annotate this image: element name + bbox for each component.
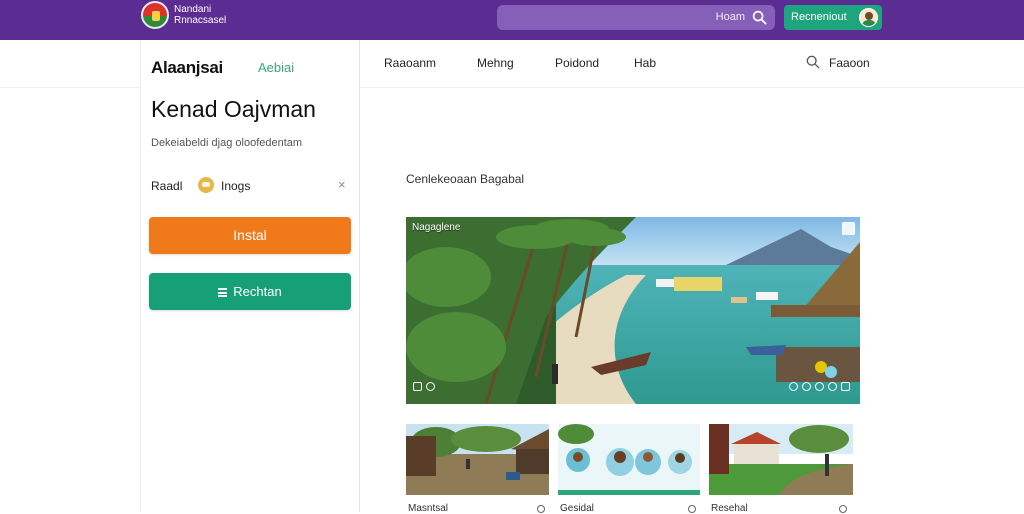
tag-label: Raadl: [151, 179, 183, 193]
thumbnail-3-label[interactable]: Resehal: [711, 503, 748, 514]
sidebar-brand: Alaanjsai: [151, 58, 223, 77]
village-street-image: [406, 424, 549, 495]
search-icon[interactable]: [752, 10, 767, 25]
thumbnail-1[interactable]: [406, 424, 549, 495]
sidebar-brand-sub[interactable]: Aebiai: [258, 60, 294, 75]
brand-line-2: Rnnacsasel: [174, 15, 227, 26]
fullscreen-icon[interactable]: [841, 382, 850, 391]
thumbnail-2-label[interactable]: Gesidal: [560, 503, 594, 514]
gallery-icon[interactable]: [413, 382, 422, 391]
nav-item-2[interactable]: Mehng: [477, 56, 514, 70]
village-field-image: [709, 424, 853, 495]
coin-icon: [198, 177, 214, 193]
settings-icon[interactable]: [426, 382, 435, 391]
people-portraits-image: [558, 424, 700, 495]
share-icon[interactable]: [789, 382, 798, 391]
tag-text: Inogs: [221, 179, 251, 193]
download-icon[interactable]: [828, 382, 837, 391]
divider-left: [0, 87, 140, 88]
secondary-button-label: Rechtan: [233, 284, 282, 299]
search-input[interactable]: Hoam: [497, 5, 775, 30]
install-button[interactable]: Instal: [149, 217, 351, 254]
nav-item-4[interactable]: Hab: [634, 56, 656, 70]
search-placeholder: Hoam: [715, 11, 745, 23]
thumbnail-2[interactable]: [558, 424, 700, 495]
brand-name: Nandani Rnnacsasel: [174, 4, 226, 26]
list-icon: [218, 288, 228, 297]
account-button[interactable]: Recneniout: [784, 5, 882, 30]
brand-line-1: Nandani: [174, 4, 212, 15]
nav-divider: [360, 87, 1024, 88]
close-icon[interactable]: ×: [338, 177, 346, 192]
thumbnail-1-label[interactable]: Masntsal: [408, 503, 448, 514]
section-title: Cenlekeoaan Bagabal: [406, 172, 525, 186]
nav-item-3[interactable]: Poidond: [555, 56, 599, 70]
tag-row: Raadl Inogs ×: [151, 177, 351, 197]
info-icon[interactable]: [815, 382, 824, 391]
top-bar: Nandani Rnnacsasel Hoam Recneniout: [0, 0, 1024, 40]
sidebar: Alaanjsai Aebiai Kenad Oajvman Dekeiabel…: [140, 40, 360, 512]
hero-caption: Nagaglene: [412, 222, 461, 233]
secondary-button[interactable]: Rechtan: [149, 273, 351, 310]
select-checkbox[interactable]: [842, 222, 855, 235]
account-button-label: Recneniout: [791, 11, 847, 23]
hero-controls-right: [789, 378, 854, 396]
page-description: Dekeiabeldi djag oloofedentam: [151, 137, 303, 149]
page-title: Kenad Oajvman: [151, 96, 316, 122]
nav-item-1[interactable]: Raaoanm: [384, 56, 436, 70]
avatar: [859, 8, 878, 27]
nav-search-icon[interactable]: [806, 55, 820, 69]
hero-image[interactable]: Nagaglene: [406, 217, 860, 404]
hero-controls-left: [413, 378, 439, 396]
brand-logo[interactable]: [141, 1, 169, 29]
beach-scene-image: [406, 217, 860, 404]
like-icon[interactable]: [802, 382, 811, 391]
nav-search-label[interactable]: Faaoon: [829, 56, 870, 70]
thumbnail-3[interactable]: [709, 424, 853, 495]
